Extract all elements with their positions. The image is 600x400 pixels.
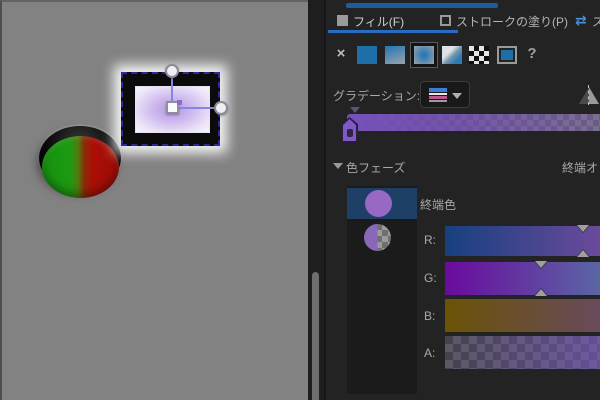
active-tab-indicator — [328, 30, 458, 33]
fill-none-button[interactable]: × — [332, 44, 350, 64]
gradient-stop-marker-dot — [347, 129, 353, 137]
swap-arrows-icon: ⇄ — [575, 12, 587, 28]
alpha-color-swatch[interactable] — [364, 224, 391, 251]
fill-panel: フィル(F) ストロークの塗り(P) ⇄ ス × ? グラデーション: 色フェー… — [326, 0, 600, 400]
green-channel-slider[interactable] — [445, 261, 600, 296]
gradient-focal-point[interactable] — [177, 100, 182, 105]
red-channel-slider[interactable] — [445, 225, 600, 257]
vertical-scrollbar[interactable] — [312, 272, 319, 400]
stroke-paint-tab-icon — [440, 15, 451, 26]
fill-linear-gradient-swatch[interactable] — [385, 46, 405, 64]
radial-gradient-icon — [414, 46, 434, 64]
slider-marker-bottom-icon[interactable] — [576, 250, 589, 257]
canvas-artboard[interactable] — [0, 0, 308, 400]
fill-tab-icon — [337, 15, 348, 26]
mirror-gradient-button[interactable] — [578, 85, 600, 105]
slider-marker-bottom-icon[interactable] — [535, 289, 547, 296]
end-color-label: 終端色 — [420, 198, 457, 212]
gradient-preset-preview — [429, 88, 447, 103]
gradient-rotation-handle[interactable] — [165, 64, 179, 78]
tab-fill[interactable]: フィル(F) — [353, 13, 404, 30]
end-color-swatch[interactable] — [365, 190, 392, 217]
gradient-label: グラデーション: — [333, 89, 421, 103]
help-button[interactable]: ? — [524, 44, 540, 64]
color-phase-section-title: 色フェーズ — [346, 161, 406, 175]
fill-tiled-swatch[interactable] — [497, 46, 517, 64]
mirror-right-triangle-icon — [589, 87, 599, 104]
gradient-radius-handle[interactable] — [214, 101, 228, 115]
chevron-down-icon — [452, 93, 462, 99]
horizontal-scrollbar[interactable] — [346, 3, 498, 8]
gradient-preset-dropdown[interactable] — [420, 81, 470, 108]
mirror-axis-line — [588, 85, 589, 105]
slider-marker-top-icon[interactable] — [576, 225, 589, 232]
fill-pattern-swatch[interactable] — [469, 46, 489, 64]
end-offset-label: 終端オ — [562, 161, 599, 175]
gradient-bar[interactable] — [347, 114, 600, 131]
ellipse-shape[interactable] — [42, 136, 119, 198]
fill-diagonal-gradient-swatch[interactable] — [442, 46, 462, 64]
collapse-triangle-icon[interactable] — [333, 163, 343, 169]
alpha-channel-slider[interactable] — [445, 336, 600, 369]
blue-channel-slider[interactable] — [445, 299, 600, 332]
fill-solid-swatch[interactable] — [357, 46, 377, 64]
slider-marker-top-icon[interactable] — [535, 261, 547, 268]
fill-radial-gradient-swatch-selected[interactable] — [410, 42, 438, 68]
application-window: フィル(F) ストロークの塗り(P) ⇄ ス × ? グラデーション: 色フェー… — [0, 0, 600, 400]
tab-stroke-paint[interactable]: ストロークの塗り(P) — [456, 13, 568, 30]
tab-stroke[interactable]: ス — [592, 13, 600, 30]
gradient-bar-pointer — [350, 107, 360, 113]
